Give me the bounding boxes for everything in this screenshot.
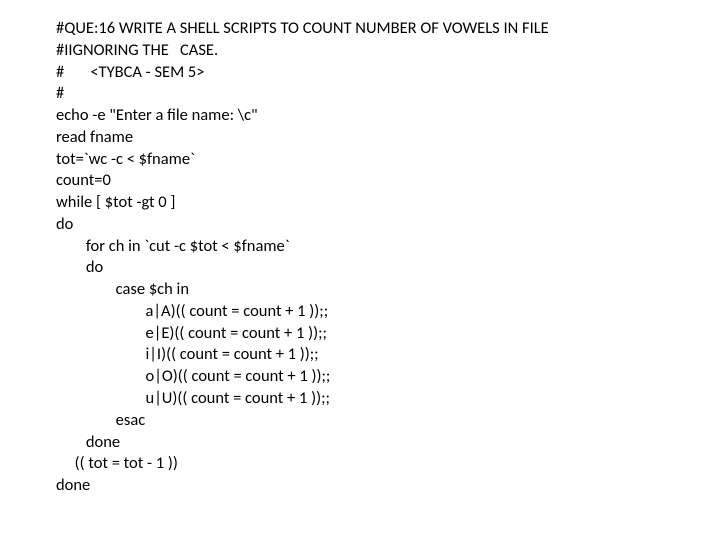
code-line: count=0 bbox=[56, 170, 720, 192]
code-line: esac bbox=[56, 410, 720, 432]
code-line: done bbox=[56, 475, 720, 497]
code-line: a|A)(( count = count + 1 ));; bbox=[56, 301, 720, 323]
code-line: # bbox=[56, 83, 720, 105]
code-line: #QUE:16 WRITE A SHELL SCRIPTS TO COUNT N… bbox=[56, 18, 720, 40]
code-line: read fname bbox=[56, 127, 720, 149]
code-line: do bbox=[56, 257, 720, 279]
code-line: do bbox=[56, 214, 720, 236]
code-line: (( tot = tot - 1 )) bbox=[56, 453, 720, 475]
code-line: # <TYBCA - SEM 5> bbox=[56, 62, 720, 84]
code-line: case $ch in bbox=[56, 279, 720, 301]
code-line: for ch in `cut -c $tot < $fname` bbox=[56, 236, 720, 258]
code-line: o|O)(( count = count + 1 ));; bbox=[56, 366, 720, 388]
code-line: i|I)(( count = count + 1 ));; bbox=[56, 344, 720, 366]
code-line: tot=`wc -c < $fname` bbox=[56, 149, 720, 171]
code-page: #QUE:16 WRITE A SHELL SCRIPTS TO COUNT N… bbox=[0, 0, 720, 497]
code-line: done bbox=[56, 432, 720, 454]
code-line: e|E)(( count = count + 1 ));; bbox=[56, 323, 720, 345]
code-line: while [ $tot -gt 0 ] bbox=[56, 192, 720, 214]
code-line: echo -e "Enter a file name: \c" bbox=[56, 105, 720, 127]
code-line: #IIGNORING THE CASE. bbox=[56, 40, 720, 62]
code-line: u|U)(( count = count + 1 ));; bbox=[56, 388, 720, 410]
